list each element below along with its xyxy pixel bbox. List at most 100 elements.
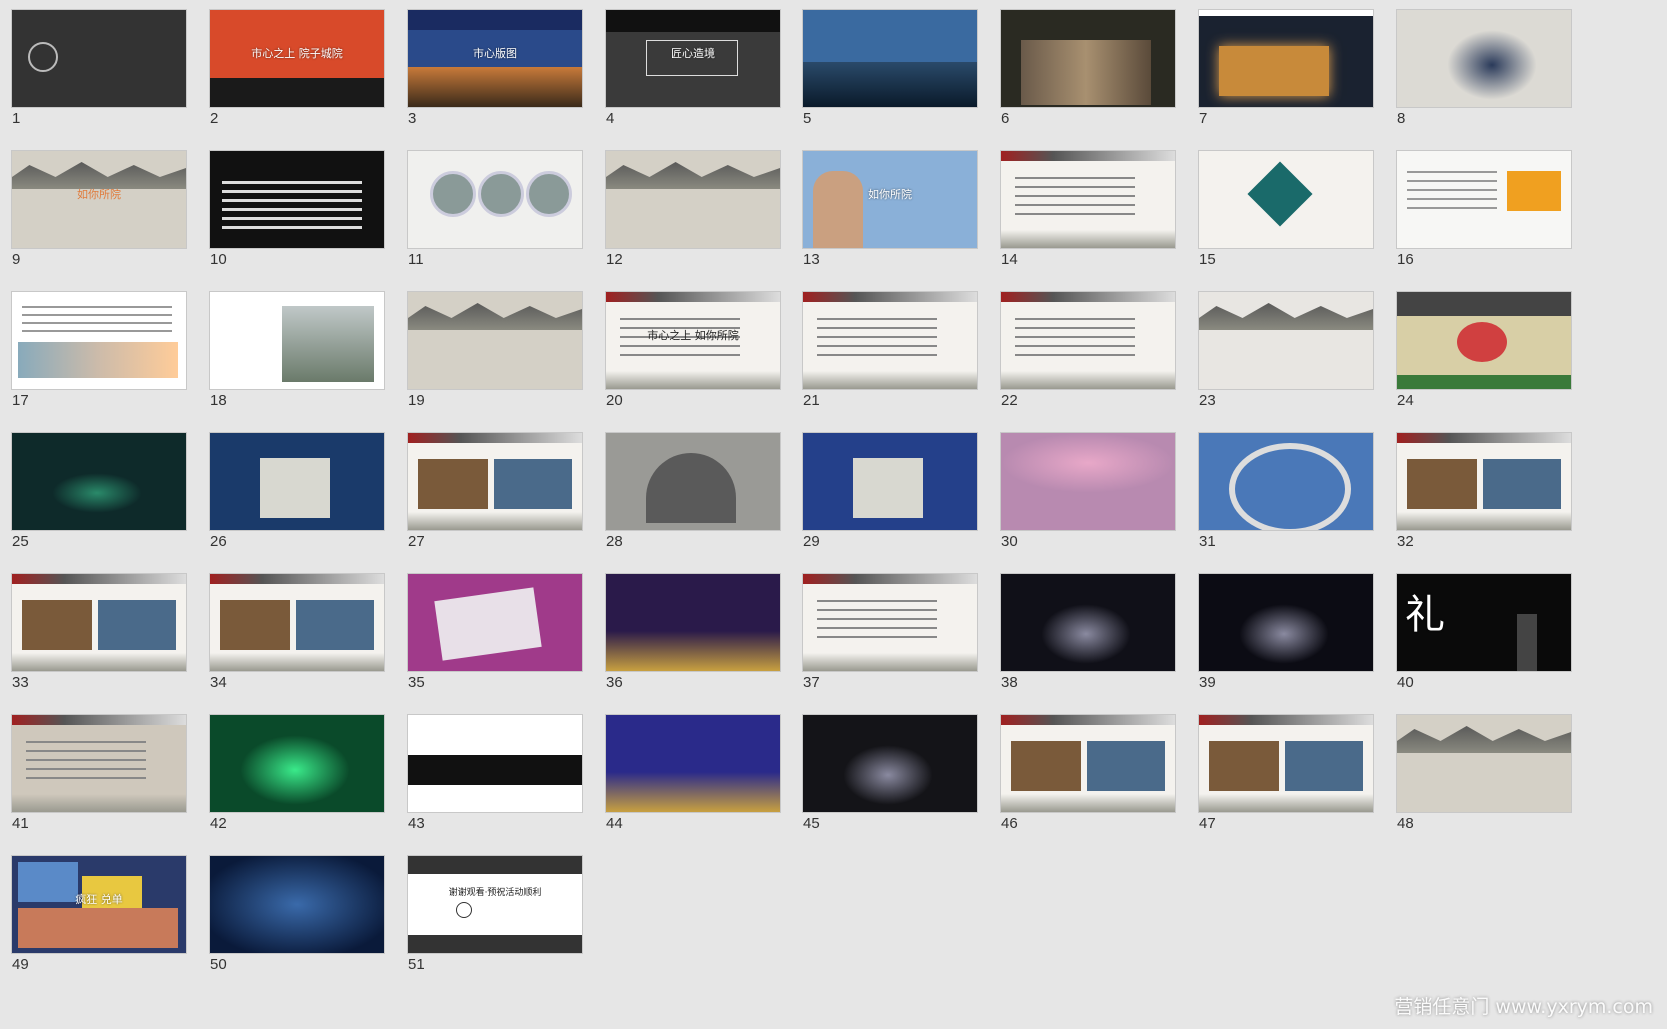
slide-thumbnail[interactable] <box>407 150 583 249</box>
slide-thumbnail[interactable] <box>209 432 385 531</box>
slide-thumbnail[interactable]: 礼 <box>1396 573 1572 672</box>
slide-number: 50 <box>210 956 227 973</box>
slide-number: 45 <box>803 815 820 832</box>
slide-title: 市心之上 院子城院 <box>251 46 343 60</box>
slide-thumbnail[interactable] <box>1396 9 1572 108</box>
text-line <box>1015 354 1135 356</box>
tunnel-arch <box>1229 443 1351 530</box>
slide-thumbnail[interactable] <box>1000 573 1176 672</box>
slide-thumbnail[interactable] <box>1396 714 1572 813</box>
header-band <box>803 574 977 584</box>
slide-cell: 21 <box>802 291 978 431</box>
text-line <box>22 322 172 324</box>
photo <box>1087 741 1165 791</box>
slide-thumbnail[interactable] <box>407 432 583 531</box>
slide-thumbnail[interactable] <box>11 573 187 672</box>
header-band <box>1001 292 1175 302</box>
slide-thumbnail[interactable]: 疯狂 兑单 <box>11 855 187 954</box>
text-line <box>1407 207 1497 209</box>
header-band <box>408 10 582 30</box>
photo <box>220 600 290 650</box>
slide-number: 36 <box>606 674 623 691</box>
header-band <box>606 10 780 32</box>
slide-thumbnail[interactable] <box>1396 291 1572 390</box>
text-line <box>817 609 937 611</box>
slide-number: 20 <box>606 392 623 409</box>
slide-thumbnail[interactable] <box>11 9 187 108</box>
slide-thumbnail[interactable] <box>1198 432 1374 531</box>
slide-thumbnail[interactable] <box>407 573 583 672</box>
slide-thumbnail[interactable] <box>802 9 978 108</box>
slide-thumbnail[interactable] <box>11 291 187 390</box>
slide-cell: 26 <box>209 432 385 572</box>
slide-cell: 35 <box>407 573 583 713</box>
slide-thumbnail[interactable] <box>802 291 978 390</box>
slide-thumbnail[interactable] <box>209 573 385 672</box>
text-line <box>620 318 740 320</box>
slide-thumbnail[interactable]: 市心之上 院子城院 <box>209 9 385 108</box>
slide-thumbnail[interactable] <box>605 714 781 813</box>
slide-thumbnail[interactable] <box>605 150 781 249</box>
slide-thumbnail[interactable] <box>407 291 583 390</box>
slide-thumbnail[interactable]: 如你所院 <box>802 150 978 249</box>
slide-thumbnail[interactable] <box>11 432 187 531</box>
slide-number: 44 <box>606 815 623 832</box>
slide-thumbnail[interactable] <box>605 573 781 672</box>
slide-cell: 29 <box>802 432 978 572</box>
roof-eaves <box>606 162 780 189</box>
slide-thumbnail[interactable] <box>1000 9 1176 108</box>
ink-splash <box>1447 30 1537 100</box>
roof-eaves <box>12 162 186 189</box>
text-line <box>1015 213 1135 215</box>
slide-thumbnail[interactable] <box>407 714 583 813</box>
slide-number: 43 <box>408 815 425 832</box>
slide-cell: 32 <box>1396 432 1572 572</box>
slide-thumbnail[interactable] <box>209 150 385 249</box>
slide-thumbnail[interactable]: 市心版图 <box>407 9 583 108</box>
slide-thumbnail[interactable] <box>209 714 385 813</box>
slide-thumbnail[interactable]: 如你所院 <box>11 150 187 249</box>
slide-thumbnail[interactable] <box>802 714 978 813</box>
slide-thumbnail[interactable] <box>1396 150 1572 249</box>
slide-cell: 41 <box>11 714 187 854</box>
slide-thumbnail[interactable] <box>1396 432 1572 531</box>
slide-cell: 37 <box>802 573 978 713</box>
slide-thumbnail[interactable] <box>209 855 385 954</box>
dark-band <box>210 78 384 107</box>
text-line <box>817 636 937 638</box>
slide-thumbnail[interactable] <box>1000 432 1176 531</box>
slide-title: 谢谢观看·预祝活动顺利 <box>448 888 542 899</box>
green-strip <box>1397 375 1571 389</box>
slide-cell: 疯狂 兑单 49 <box>11 855 187 995</box>
text-line <box>22 306 172 308</box>
slide-thumbnail[interactable] <box>1000 150 1176 249</box>
slide-thumbnail[interactable] <box>605 432 781 531</box>
slide-thumbnail[interactable] <box>209 291 385 390</box>
slide-title: 市心版图 <box>473 46 517 60</box>
slide-thumbnail[interactable] <box>1198 150 1374 249</box>
slide-number: 38 <box>1001 674 1018 691</box>
slide-thumbnail[interactable] <box>802 573 978 672</box>
slide-thumbnail[interactable]: 市心之上 如你所院 <box>605 291 781 390</box>
slide-number: 6 <box>1001 110 1010 127</box>
slide-thumbnail[interactable] <box>1198 714 1374 813</box>
slide-thumbnail[interactable] <box>1198 291 1374 390</box>
slide-cell: 44 <box>605 714 781 854</box>
photo <box>1483 459 1561 509</box>
slide-thumbnail[interactable] <box>802 432 978 531</box>
photo <box>1011 741 1081 791</box>
spotlight <box>1239 604 1329 664</box>
slide-thumbnail[interactable] <box>1000 714 1176 813</box>
text-line <box>620 345 740 347</box>
text-line <box>26 741 146 743</box>
ink-mountain <box>408 512 582 530</box>
slide-thumbnail[interactable] <box>1198 573 1374 672</box>
slide-thumbnail[interactable] <box>1000 291 1176 390</box>
slide-title: 匠心造境 <box>671 46 715 60</box>
slide-thumbnail[interactable]: 谢谢观看·预祝活动顺利 <box>407 855 583 954</box>
slide-thumbnail[interactable]: 匠心造境 <box>605 9 781 108</box>
photo <box>1209 741 1279 791</box>
slide-number: 34 <box>210 674 227 691</box>
slide-thumbnail[interactable] <box>11 714 187 813</box>
slide-thumbnail[interactable] <box>1198 9 1374 108</box>
